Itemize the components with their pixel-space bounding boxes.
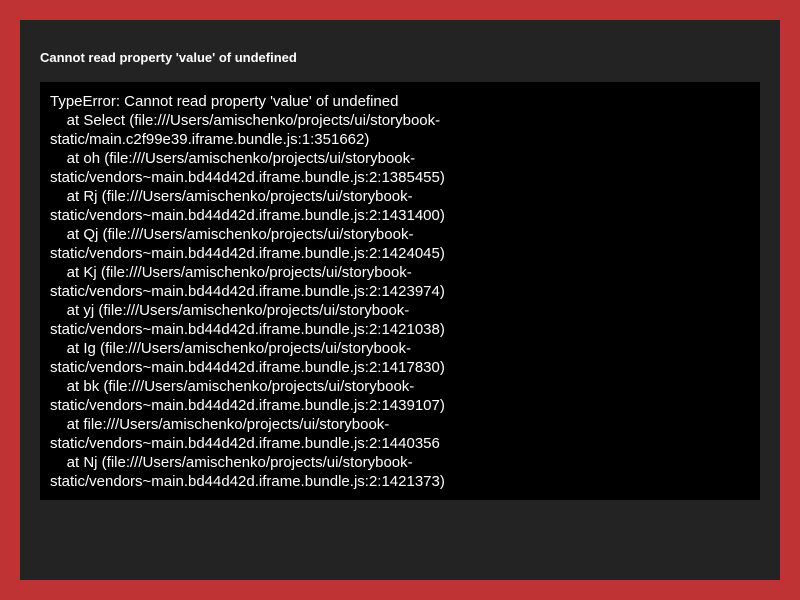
stack-line: static/vendors~main.bd44d42d.iframe.bund…: [50, 283, 445, 300]
stack-line: at yj (file:///Users/amischenko/projects…: [50, 302, 410, 319]
stack-line: static/vendors~main.bd44d42d.iframe.bund…: [50, 207, 445, 224]
stack-line: at bk (file:///Users/amischenko/projects…: [50, 378, 415, 395]
stack-line: TypeError: Cannot read property 'value' …: [50, 93, 399, 110]
stack-line: static/vendors~main.bd44d42d.iframe.bund…: [50, 473, 445, 490]
stack-line: static/vendors~main.bd44d42d.iframe.bund…: [50, 245, 445, 262]
stack-line: at file:///Users/amischenko/projects/ui/…: [50, 416, 390, 433]
stack-line: static/vendors~main.bd44d42d.iframe.bund…: [50, 359, 445, 376]
stack-line: static/vendors~main.bd44d42d.iframe.bund…: [50, 169, 445, 186]
stack-line: static/vendors~main.bd44d42d.iframe.bund…: [50, 397, 445, 414]
error-overlay: Cannot read property 'value' of undefine…: [20, 20, 780, 580]
error-title: Cannot read property 'value' of undefine…: [40, 50, 297, 65]
stack-line: at Select (file:///Users/amischenko/proj…: [50, 112, 441, 129]
stack-line: at oh (file:///Users/amischenko/projects…: [50, 150, 416, 167]
stack-line: static/vendors~main.bd44d42d.iframe.bund…: [50, 435, 440, 452]
stack-trace: TypeError: Cannot read property 'value' …: [40, 82, 760, 500]
stack-line: at Rj (file:///Users/amischenko/projects…: [50, 188, 413, 205]
stack-line: static/main.c2f99e39.iframe.bundle.js:1:…: [50, 131, 370, 148]
stack-line: at Ig (file:///Users/amischenko/projects…: [50, 340, 411, 357]
stack-line: at Qj (file:///Users/amischenko/projects…: [50, 226, 414, 243]
stack-line: at Nj (file:///Users/amischenko/projects…: [50, 454, 413, 471]
stack-line: static/vendors~main.bd44d42d.iframe.bund…: [50, 321, 445, 338]
stack-line: at Kj (file:///Users/amischenko/projects…: [50, 264, 412, 281]
